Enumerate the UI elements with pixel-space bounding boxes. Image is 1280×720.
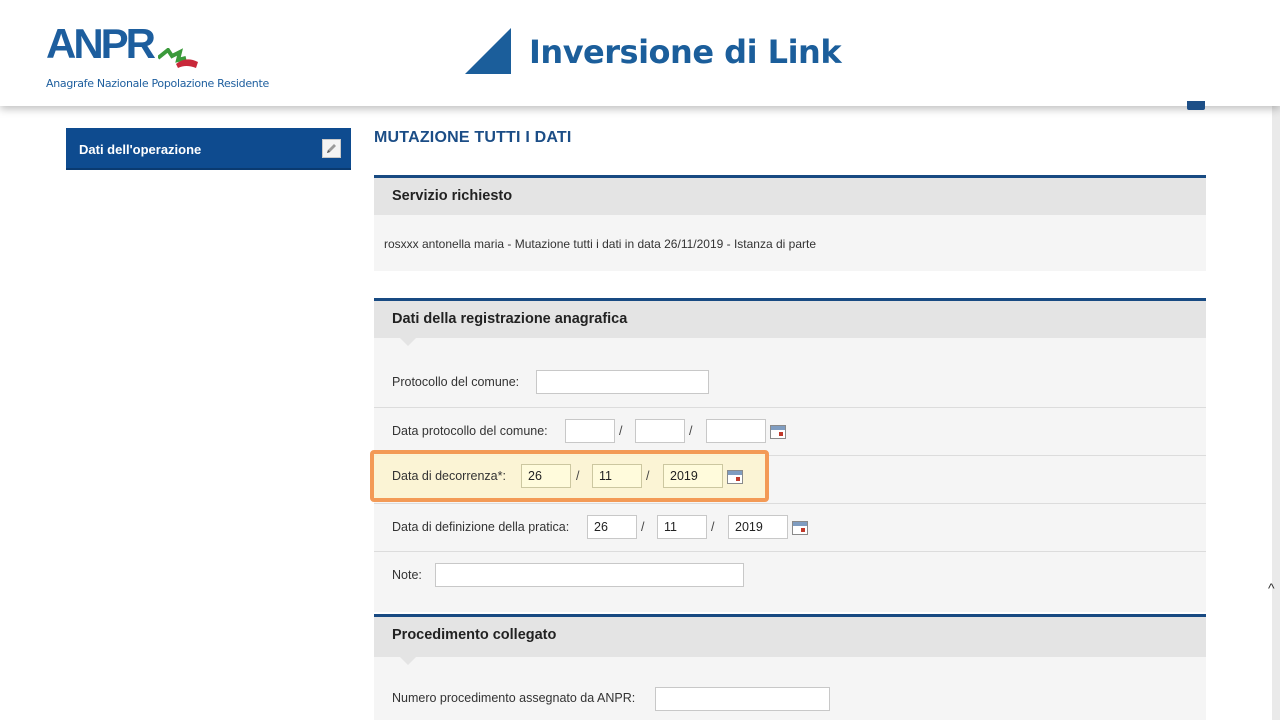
date-separator: / <box>646 469 650 483</box>
numero-procedimento-label: Numero procedimento assegnato da ANPR: <box>392 691 636 705</box>
italy-flag-swoosh-icon <box>158 48 198 68</box>
data-decorrenza-day-input[interactable] <box>521 464 571 488</box>
panel-header: Servizio richiesto <box>374 178 1206 215</box>
row-data-protocollo: Data protocollo del comune: / / <box>374 408 1206 456</box>
data-decorrenza-month-input[interactable] <box>592 464 642 488</box>
row-protocollo: Protocollo del comune: <box>374 338 1206 408</box>
date-separator: / <box>641 520 645 534</box>
protocollo-input[interactable] <box>536 370 709 394</box>
panel-header: Procedimento collegato <box>374 617 1206 665</box>
row-data-definizione: Data di definizione della pratica: / / <box>374 504 1206 552</box>
panel-servizio-richiesto: Servizio richiesto rosxxx antonella mari… <box>374 175 1206 271</box>
pencil-icon[interactable] <box>322 139 341 158</box>
section-heading: MUTAZIONE TUTTI I DATI <box>374 129 572 146</box>
panel-title: Servizio richiesto <box>392 188 513 204</box>
calendar-icon[interactable] <box>727 470 743 484</box>
data-definizione-year-input[interactable] <box>728 515 788 539</box>
panel-title: Procedimento collegato <box>392 627 557 643</box>
data-protocollo-month-input[interactable] <box>635 419 685 443</box>
numero-procedimento-input[interactable] <box>655 687 830 711</box>
sidebar-item-label: Dati dell'operazione <box>79 142 202 157</box>
scrollbar[interactable] <box>1272 106 1280 720</box>
sidebar-item-dati-operazione[interactable]: Dati dell'operazione <box>66 128 351 170</box>
app-header: ANPR Anagrafe Nazionale Popolazione Resi… <box>0 0 1280 106</box>
logo-text: ANPR <box>46 20 156 67</box>
logo-subtitle: Anagrafe Nazionale Popolazione Residente <box>46 77 269 90</box>
decorrenza-highlight: Data di decorrenza*: / / <box>370 450 769 502</box>
date-separator: / <box>711 520 715 534</box>
panel-title: Dati della registrazione anagrafica <box>392 311 628 327</box>
scroll-top-tab[interactable] <box>1187 101 1205 110</box>
date-separator: / <box>689 424 693 438</box>
data-protocollo-year-input[interactable] <box>706 419 766 443</box>
panel-header: Dati della registrazione anagrafica <box>374 301 1206 346</box>
date-separator: / <box>619 424 623 438</box>
chevron-up-icon[interactable]: ^ <box>1268 580 1275 596</box>
note-label: Note: <box>392 568 422 582</box>
panel-procedimento-collegato: Procedimento collegato Numero procedimen… <box>374 614 1206 720</box>
data-decorrenza-year-input[interactable] <box>663 464 723 488</box>
data-protocollo-label: Data protocollo del comune: <box>392 424 548 438</box>
data-protocollo-day-input[interactable] <box>565 419 615 443</box>
anpr-logo[interactable]: ANPR Anagrafe Nazionale Popolazione Resi… <box>46 20 269 92</box>
data-decorrenza-label: Data di decorrenza*: <box>392 469 506 483</box>
note-input[interactable] <box>435 563 744 587</box>
page-title: Inversione di Link <box>529 33 842 71</box>
row-note: Note: <box>374 552 1206 612</box>
servizio-description: rosxxx antonella maria - Mutazione tutti… <box>384 237 817 251</box>
calendar-icon[interactable] <box>792 521 808 535</box>
calendar-icon[interactable] <box>770 425 786 439</box>
protocollo-label: Protocollo del comune: <box>392 375 520 389</box>
panel-pointer <box>400 657 416 665</box>
data-definizione-label: Data di definizione della pratica: <box>392 520 570 534</box>
data-definizione-month-input[interactable] <box>657 515 707 539</box>
title-triangle-icon <box>465 28 511 74</box>
date-separator: / <box>576 469 580 483</box>
data-definizione-day-input[interactable] <box>587 515 637 539</box>
